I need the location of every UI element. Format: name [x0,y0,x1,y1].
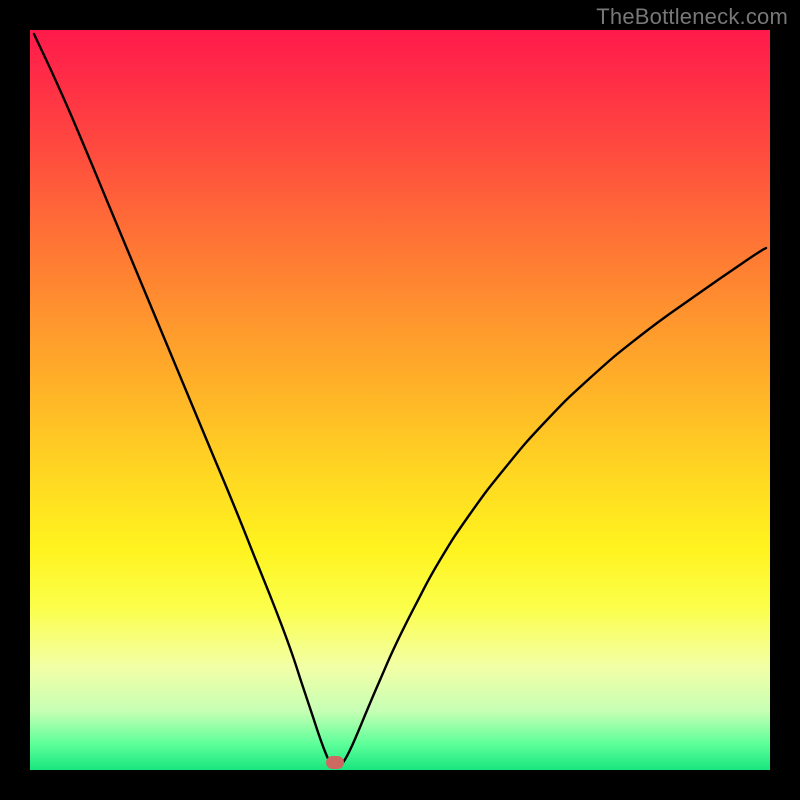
chart-plot-area [30,30,770,770]
bottleneck-curve [34,34,766,766]
curve-svg [30,30,770,770]
watermark-text: TheBottleneck.com [596,4,788,30]
minimum-marker [326,756,344,769]
